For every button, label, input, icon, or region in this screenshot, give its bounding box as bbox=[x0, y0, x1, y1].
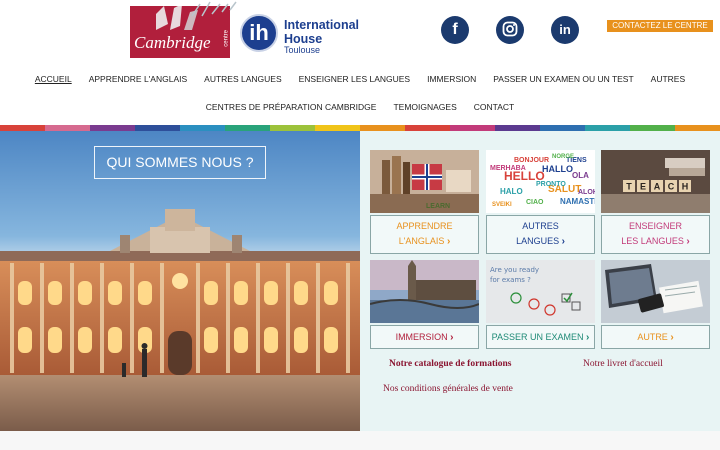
laptop-image bbox=[601, 260, 710, 323]
livret-link[interactable]: Notre livret d'accueil bbox=[583, 359, 663, 369]
nav-accueil[interactable]: ACCUEIL bbox=[26, 71, 80, 87]
services-panel: LEARN APPRENDRE L'ANGLAIS › HELLO HALLO HA… bbox=[360, 131, 720, 431]
tile-passer-examen[interactable]: Are you ready for exams ? PASSER UN EXAM… bbox=[486, 260, 595, 350]
instagram-icon[interactable] bbox=[496, 16, 524, 44]
page-root: centre Cambridge ih International House … bbox=[0, 0, 720, 450]
tile-label-autres: AUTRES LANGUES › bbox=[486, 215, 595, 254]
ih-line2: House bbox=[284, 32, 323, 46]
hero-photo-capitole: QUI SOMMES NOUS ? bbox=[0, 131, 360, 431]
teach-block-letter: E bbox=[640, 182, 646, 192]
word-cloud-image: HELLOHALLOHALOSALUTOLACIAOMERHABANAMASTE… bbox=[486, 150, 595, 213]
teach-block-letter: H bbox=[682, 182, 689, 192]
teach-block-letter: A bbox=[654, 182, 661, 192]
chevron-right-icon: › bbox=[561, 236, 565, 247]
nav-temoignages[interactable]: TEMOIGNAGES bbox=[385, 99, 465, 115]
tile-label-line1: APPRENDRE bbox=[396, 221, 453, 231]
facebook-glyph: f bbox=[452, 21, 458, 38]
catalogue-link[interactable]: Notre catalogue de formations bbox=[389, 359, 512, 369]
tile-label-line2-text: LES LANGUES bbox=[621, 236, 684, 246]
tile-image-laptop bbox=[601, 260, 710, 323]
ih-line1: International bbox=[284, 18, 360, 32]
ih-line3: Toulouse bbox=[284, 45, 321, 55]
nav-centres-cambridge[interactable]: CENTRES DE PRÉPARATION CAMBRIDGE bbox=[197, 99, 385, 115]
tile-autres-langues[interactable]: HELLOHALLOHALOSALUTOLACIAOMERHABANAMASTE… bbox=[486, 150, 595, 254]
word-cloud-word: HALO bbox=[500, 187, 523, 196]
tile-label-line2: L'ANGLAIS › bbox=[371, 234, 478, 249]
word-cloud-word: CIAO bbox=[526, 199, 544, 206]
teach-block-letter: C bbox=[668, 182, 675, 192]
main-nav-row1: ACCUEIL APPRENDRE L'ANGLAIS AUTRES LANGU… bbox=[0, 71, 720, 87]
chevron-right-icon: › bbox=[586, 332, 590, 343]
tile-label-line1: AUTRE bbox=[637, 332, 668, 342]
svg-text:for exams ?: for exams ? bbox=[490, 276, 531, 284]
word-cloud-word: HALLO bbox=[542, 164, 573, 174]
tile-label-apprendre: APPRENDRE L'ANGLAIS › bbox=[370, 215, 479, 254]
site-header: centre Cambridge ih International House … bbox=[0, 0, 720, 62]
tile-image-teach-blocks: TEACH bbox=[601, 150, 710, 213]
word-cloud-word: PRONTO bbox=[536, 181, 566, 188]
tile-label-line2: LANGUES › bbox=[487, 234, 594, 249]
qui-sommes-nous-button[interactable]: QUI SOMMES NOUS ? bbox=[94, 146, 266, 179]
tile-label-line2: LES LANGUES › bbox=[602, 234, 709, 249]
nav-apprendre-anglais[interactable]: APPRENDRE L'ANGLAIS bbox=[80, 71, 195, 87]
instagram-glyph-icon bbox=[502, 21, 518, 37]
nav-immersion[interactable]: IMMERSION bbox=[419, 71, 485, 87]
word-cloud-word: ALOHA bbox=[578, 189, 595, 196]
linkedin-icon[interactable]: in bbox=[551, 16, 579, 44]
tile-label-line2-text: L'ANGLAIS bbox=[398, 236, 445, 246]
word-cloud-word: NORGE bbox=[552, 154, 574, 160]
ih-mark: ih bbox=[240, 14, 278, 52]
teach-block-letter: T bbox=[626, 182, 632, 192]
word-cloud-word: OLA bbox=[572, 171, 589, 180]
word-cloud-word: NAMASTE bbox=[560, 197, 595, 206]
tile-label-immersion: IMMERSION › bbox=[370, 325, 479, 349]
tile-label-line1: PASSER UN EXAMEN bbox=[491, 332, 584, 342]
cambridge-deco-icon bbox=[191, 1, 237, 17]
tile-enseigner-langues[interactable]: TEACH ENSEIGNER LES LANGUES › bbox=[601, 150, 710, 254]
contact-button[interactable]: CONTACTEZ LE CENTRE bbox=[607, 20, 713, 32]
nav-contact[interactable]: CONTACT bbox=[465, 99, 522, 115]
main-nav-row2: CENTRES DE PRÉPARATION CAMBRIDGE TEMOIGN… bbox=[0, 99, 720, 115]
cambridge-logo-text: Cambridge bbox=[134, 33, 211, 52]
london-image bbox=[370, 260, 479, 323]
word-cloud-word: SVEIKI bbox=[492, 202, 512, 208]
nav-passer-examen[interactable]: PASSER UN EXAMEN OU UN TEST bbox=[485, 71, 642, 87]
chevron-right-icon: › bbox=[450, 332, 454, 343]
exam-image: Are you ready for exams ? bbox=[486, 260, 595, 323]
facebook-icon[interactable]: f bbox=[441, 16, 469, 44]
svg-text:LEARN: LEARN bbox=[426, 203, 450, 210]
tile-label-examen: PASSER UN EXAMEN › bbox=[486, 325, 595, 349]
tile-label-line1: AUTRES bbox=[522, 221, 559, 231]
conditions-link[interactable]: Nos conditions générales de vente bbox=[383, 384, 513, 394]
tile-label-enseigner: ENSEIGNER LES LANGUES › bbox=[601, 215, 710, 254]
international-house-logo[interactable]: ih International House Toulouse bbox=[240, 14, 370, 55]
tile-image-word-cloud: HELLOHALLOHALOSALUTOLACIAOMERHABANAMASTE… bbox=[486, 150, 595, 213]
word-cloud-word: BONJOUR bbox=[514, 157, 549, 164]
tile-autre[interactable]: AUTRE › bbox=[601, 260, 710, 350]
tile-image-exam: Are you ready for exams ? bbox=[486, 260, 595, 323]
footer-strip bbox=[0, 431, 720, 450]
cambridge-logo-small: centre bbox=[224, 30, 230, 47]
tile-label-autre: AUTRE › bbox=[601, 325, 710, 349]
books-flag-image: LEARN bbox=[370, 150, 479, 213]
tile-label-line2-text: LANGUES bbox=[516, 236, 560, 246]
tile-apprendre-anglais[interactable]: LEARN APPRENDRE L'ANGLAIS › bbox=[370, 150, 479, 254]
tile-image-london bbox=[370, 260, 479, 323]
tile-image-books-flag: LEARN bbox=[370, 150, 479, 213]
word-cloud-word: MERHABA bbox=[490, 165, 526, 172]
nav-autres[interactable]: AUTRES bbox=[642, 71, 693, 87]
teach-blocks-image: TEACH bbox=[601, 150, 710, 213]
tile-immersion[interactable]: IMMERSION › bbox=[370, 260, 479, 350]
nav-autres-langues[interactable]: AUTRES LANGUES bbox=[196, 71, 290, 87]
chevron-right-icon: › bbox=[670, 332, 674, 343]
linkedin-glyph: in bbox=[559, 22, 571, 37]
nav-enseigner-langues[interactable]: ENSEIGNER LES LANGUES bbox=[290, 71, 418, 87]
chevron-right-icon: › bbox=[686, 236, 690, 247]
chevron-right-icon: › bbox=[446, 236, 451, 247]
tile-label-line1: ENSEIGNER bbox=[628, 221, 682, 231]
exam-text-line: Are you ready bbox=[490, 266, 539, 274]
tile-label-line1: IMMERSION bbox=[395, 332, 448, 342]
